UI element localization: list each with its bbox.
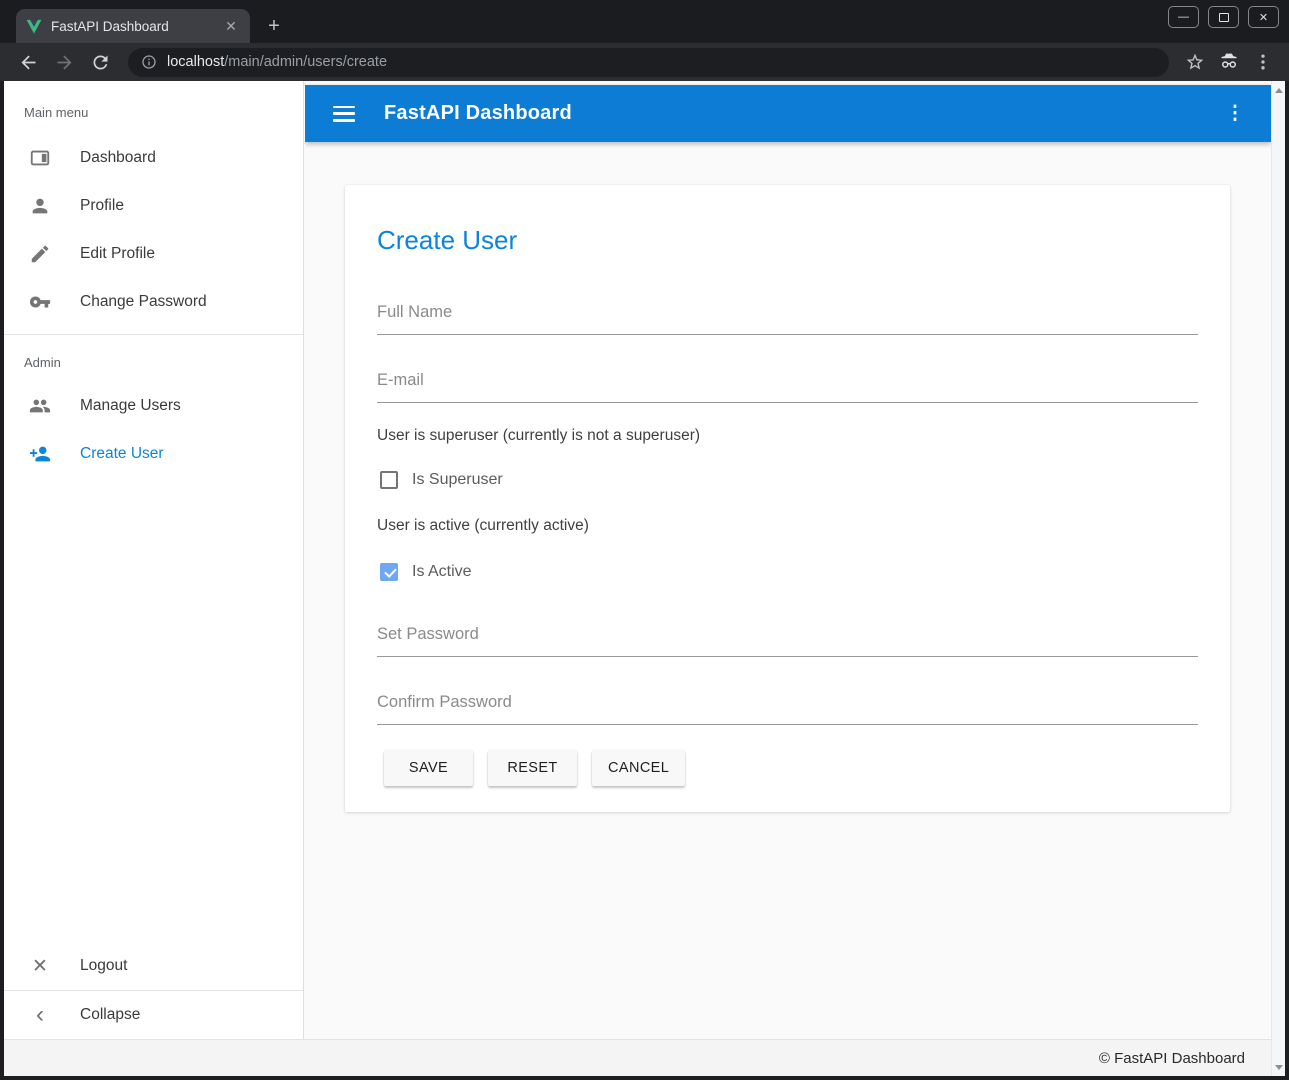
person-add-icon: [28, 442, 52, 466]
person-icon: [28, 194, 52, 218]
sidebar-item-edit-profile[interactable]: Edit Profile: [4, 230, 303, 278]
active-checkbox-label: Is Active: [412, 563, 472, 581]
url-bar[interactable]: localhost/main/admin/users/create: [128, 48, 1169, 77]
url-host: localhost: [167, 54, 224, 70]
footer-copyright: © FastAPI Dashboard: [1099, 1050, 1245, 1067]
sidebar-item-create-user[interactable]: Create User: [4, 430, 303, 478]
sidebar-bottom: ✕ Logout ‹ Collapse: [4, 942, 303, 1039]
window-minimize-button[interactable]: —: [1168, 6, 1199, 28]
create-user-card: Create User User is superuser (currently…: [345, 185, 1230, 812]
reset-button[interactable]: RESET: [488, 750, 577, 786]
superuser-checkbox-label: Is Superuser: [412, 471, 503, 489]
email-input[interactable]: [377, 369, 1198, 403]
cancel-button[interactable]: CANCEL: [592, 750, 685, 786]
vue-logo-icon: [26, 19, 42, 34]
window-close-button[interactable]: ✕: [1248, 6, 1279, 28]
maximize-icon: [1219, 13, 1229, 22]
sidebar-item-dashboard[interactable]: Dashboard: [4, 134, 303, 182]
superuser-checkbox[interactable]: [380, 471, 398, 489]
sidebar-item-label: Dashboard: [80, 149, 156, 167]
confirm-password-input[interactable]: [377, 691, 1198, 725]
incognito-icon: [1219, 52, 1239, 72]
sidebar-item-label: Profile: [80, 197, 124, 215]
tab-title: FastAPI Dashboard: [51, 19, 222, 34]
bookmark-star-icon[interactable]: [1185, 52, 1205, 72]
info-icon: [141, 54, 157, 70]
email-field-wrap: [377, 369, 1198, 403]
browser-chrome: FastAPI Dashboard ✕ + — ✕ localhost/m: [0, 0, 1289, 81]
set-password-input[interactable]: [377, 623, 1198, 657]
tab-strip: FastAPI Dashboard ✕ + — ✕: [0, 0, 1289, 43]
appbar-menu-icon[interactable]: ⋮: [1223, 104, 1247, 123]
superuser-checkbox-row[interactable]: Is Superuser: [377, 471, 1198, 489]
toolbar-right: [1185, 52, 1273, 72]
sidebar-item-collapse[interactable]: ‹ Collapse: [4, 991, 303, 1039]
save-button[interactable]: SAVE: [384, 750, 473, 786]
logout-x-icon: ✕: [28, 954, 52, 978]
superuser-hint: User is superuser (currently is not a su…: [377, 425, 1198, 447]
reload-icon: [90, 52, 111, 73]
browser-tab[interactable]: FastAPI Dashboard ✕: [16, 9, 250, 43]
sidebar-item-label: Manage Users: [80, 397, 181, 415]
forward-arrow-icon: [54, 52, 75, 73]
active-checkbox-row[interactable]: Is Active: [377, 563, 1198, 581]
sidebar-item-manage-users[interactable]: Manage Users: [4, 382, 303, 430]
tab-close-icon[interactable]: ✕: [222, 17, 240, 35]
dashboard-icon: [28, 146, 52, 170]
app-bar: FastAPI Dashboard ⋮: [305, 85, 1271, 142]
sidebar-item-logout[interactable]: ✕ Logout: [4, 942, 303, 990]
back-button[interactable]: [15, 49, 41, 75]
url-path: /main/admin/users/create: [224, 54, 387, 70]
page-scrollbar[interactable]: [1271, 81, 1285, 1076]
pencil-icon: [28, 242, 52, 266]
sidebar-item-label: Change Password: [80, 293, 207, 311]
sidebar-item-profile[interactable]: Profile: [4, 182, 303, 230]
sidebar-item-label: Collapse: [80, 1006, 140, 1024]
sidebar-caption-admin: Admin: [4, 335, 303, 382]
active-hint: User is active (currently active): [377, 515, 1198, 537]
browser-window: FastAPI Dashboard ✕ + — ✕ localhost/m: [0, 0, 1289, 1080]
window-maximize-button[interactable]: [1208, 6, 1239, 28]
confirm-password-field-wrap: [377, 691, 1198, 725]
page-viewport: Main menu Dashboard Profile Edit Profile: [4, 81, 1285, 1076]
scrollbar-down-icon[interactable]: [1272, 1060, 1285, 1074]
page-footer: © FastAPI Dashboard: [4, 1039, 1271, 1076]
active-checkbox[interactable]: [380, 563, 398, 581]
window-controls: — ✕: [1168, 6, 1279, 28]
form-buttons: SAVE RESET CANCEL: [384, 750, 1198, 786]
full-name-field-wrap: [377, 301, 1198, 335]
sidebar-item-label: Logout: [80, 957, 127, 975]
sidebar-caption-main-menu: Main menu: [4, 81, 303, 134]
browser-toolbar: localhost/main/admin/users/create: [0, 43, 1289, 81]
chevron-left-icon: ‹: [28, 1003, 52, 1027]
scrollbar-up-icon[interactable]: [1272, 83, 1285, 97]
new-tab-button[interactable]: +: [262, 14, 286, 38]
sidebar-item-change-password[interactable]: Change Password: [4, 278, 303, 326]
sidebar-item-label: Edit Profile: [80, 245, 155, 263]
forward-button[interactable]: [51, 49, 77, 75]
appbar-title: FastAPI Dashboard: [384, 102, 572, 125]
reload-button[interactable]: [87, 49, 113, 75]
key-icon: [28, 290, 52, 314]
hamburger-menu-icon[interactable]: [333, 106, 355, 122]
main-content: FastAPI Dashboard ⋮ Create User User is …: [305, 81, 1271, 1039]
form-title: Create User: [377, 223, 1198, 257]
full-name-input[interactable]: [377, 301, 1198, 335]
set-password-field-wrap: [377, 623, 1198, 657]
people-icon: [28, 394, 52, 418]
back-arrow-icon: [18, 52, 39, 73]
browser-menu-icon[interactable]: [1253, 52, 1273, 72]
sidebar-item-label: Create User: [80, 445, 164, 463]
sidebar: Main menu Dashboard Profile Edit Profile: [4, 81, 304, 1039]
